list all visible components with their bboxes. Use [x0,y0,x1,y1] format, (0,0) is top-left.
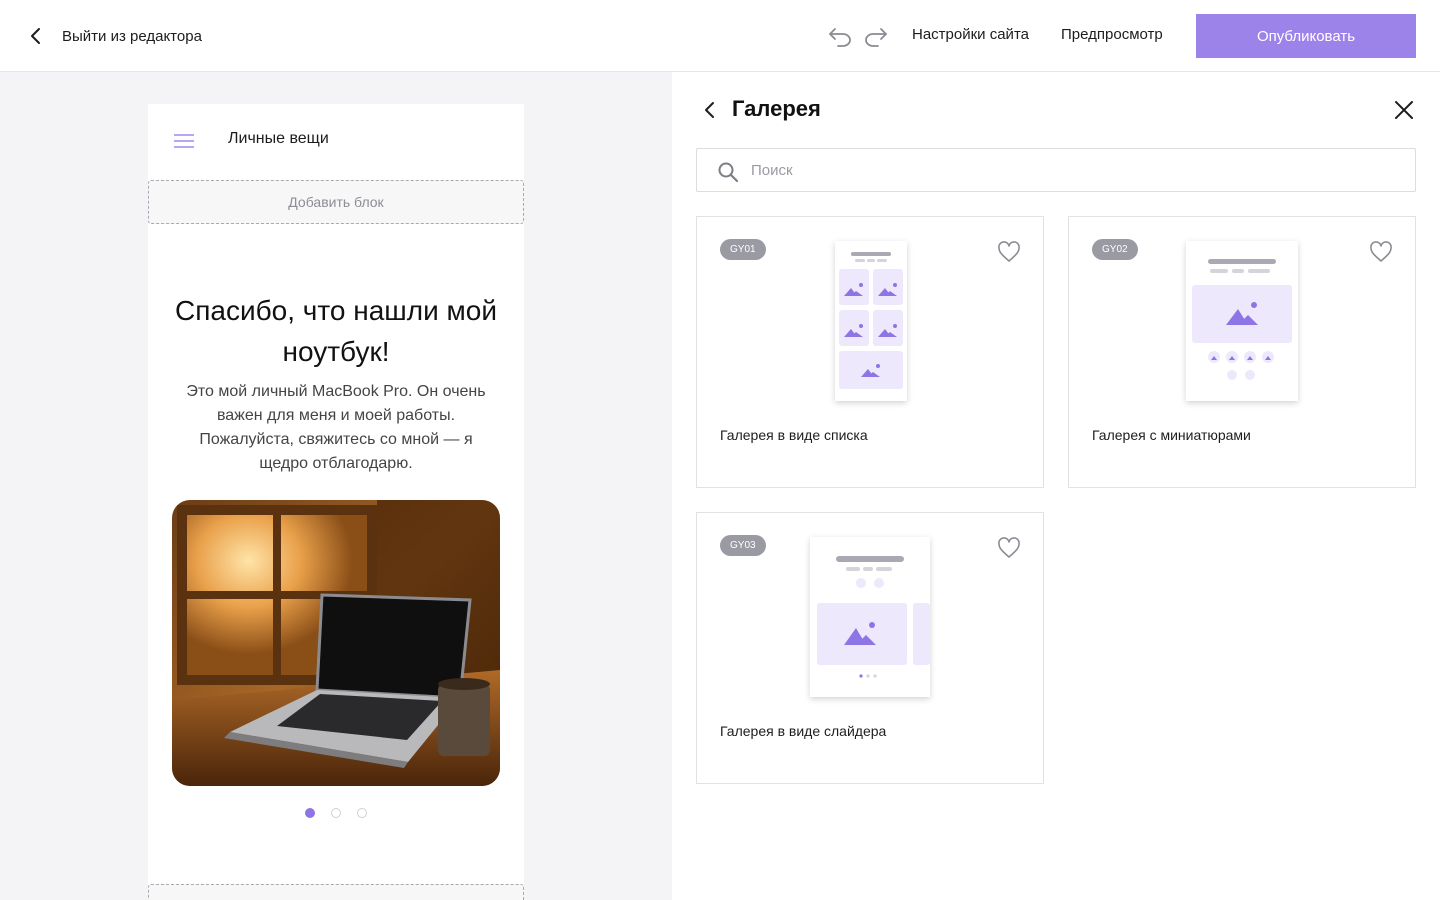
search-field [696,148,1416,192]
add-block-button[interactable]: Добавить блок [148,180,524,224]
panel-title: Галерея [732,96,821,121]
slider-dot[interactable] [305,808,315,818]
template-code-badge: GY01 [720,239,766,260]
gallery-list-thumbnail [835,241,907,401]
card-label: Галерея с миниатюрами [1092,427,1251,443]
site-header: Личные вещи [148,104,524,176]
back-arrow-icon[interactable] [698,98,722,122]
gallery-card-thumbnails[interactable]: GY02 Галерея с миниатюрами [1068,216,1416,488]
close-icon[interactable] [1392,98,1416,122]
chevron-left-icon [31,28,40,44]
site-preview: Личные вещи Добавить блок Спасибо, что н… [148,104,524,900]
site-name: Личные вещи [228,130,329,147]
card-label: Галерея в виде слайдера [720,723,887,739]
exit-editor-label: Выйти из редактора [62,27,202,45]
search-input[interactable] [751,157,1391,183]
exit-editor-button[interactable]: Выйти из редактора [24,22,202,50]
editor-canvas: Личные вещи Добавить блок Спасибо, что н… [0,72,672,900]
add-block-button[interactable]: Добавить блок [148,884,524,900]
laptop-photo [172,500,500,786]
template-code-badge: GY03 [720,535,766,556]
template-code-badge: GY02 [1092,239,1138,260]
undo-icon[interactable] [826,24,854,48]
search-icon [718,162,739,183]
heart-icon[interactable] [997,537,1021,559]
hamburger-menu-icon[interactable] [174,134,194,148]
hero-text: Это мой личный MacBook Pro. Он очень важ… [186,383,486,472]
redo-icon[interactable] [862,24,890,48]
gallery-card-list[interactable]: GY01 Галерея в виде списка [696,216,1044,488]
preview-link[interactable]: Предпросмотр [1061,26,1163,43]
gallery-slider-thumbnail [810,537,930,697]
slider-dot[interactable] [357,808,367,818]
gallery-thumbnails-thumbnail [1186,241,1298,401]
publish-button[interactable]: Опубликовать [1196,14,1416,58]
heart-icon[interactable] [997,241,1021,263]
heart-icon[interactable] [1369,241,1393,263]
card-label: Галерея в виде списка [720,427,868,443]
slider-dot[interactable] [331,808,341,818]
slider-dots [148,808,524,818]
gallery-card-slider[interactable]: GY03 Галерея в виде слайдера [696,512,1044,784]
gallery-panel: Галерея GY01 Галерея в виде списка [672,72,1440,900]
hero-title: Спасибо, что нашли мой ноутбук! [175,295,497,367]
site-settings-link[interactable]: Настройки сайта [912,26,1029,43]
editor-topbar: Выйти из редактора Настройки сайта Предп… [0,0,1440,72]
